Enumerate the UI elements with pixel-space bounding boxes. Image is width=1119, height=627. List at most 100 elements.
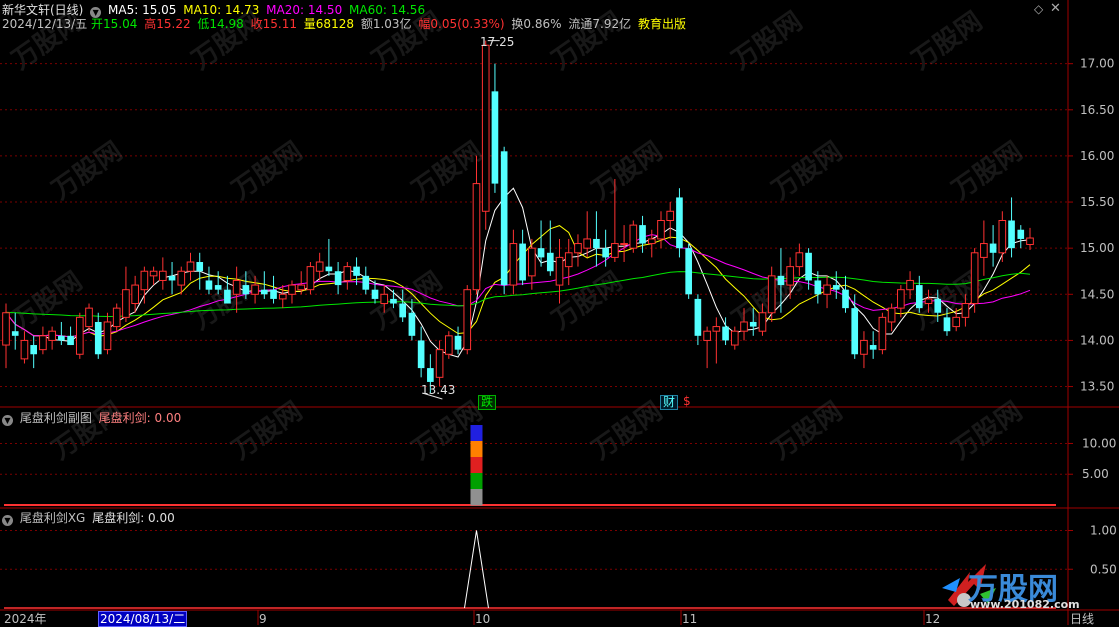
kline-chart-svg[interactable]: 万股网 万股网 万股网 万股网 万股网 万股网万股网 万股网 万股网 万股网 万股网 万股网万股网万… [0, 0, 1119, 625]
candle-body-up [980, 243, 988, 258]
price-tick-label: 16.00 [1080, 149, 1114, 163]
candle-body-down [805, 252, 812, 281]
candle-body-down [749, 321, 757, 327]
indicator1-title[interactable]: 尾盘利剑副图 [20, 411, 92, 425]
candle-body-up [860, 339, 868, 355]
limit-down-marker[interactable]: 跌 [478, 395, 497, 410]
candle-body-down [371, 289, 379, 299]
candle-body-up [297, 284, 306, 291]
candle-body-down [593, 238, 600, 249]
candle-body-down [353, 266, 360, 276]
candle-body-up [970, 252, 979, 305]
quote-amount: 额1.03亿 [360, 17, 412, 31]
candle-body-up [629, 224, 638, 249]
candle-body-down [1017, 229, 1025, 239]
max-price-label: 17.25 [480, 35, 515, 49]
candle-body-up [149, 270, 158, 277]
watermark-tile: 万股网 [227, 136, 308, 205]
candle-body-up [878, 316, 887, 351]
candle-body-down [519, 243, 526, 281]
candle-body-down [390, 298, 397, 304]
quote-high: 高15.22 [144, 17, 191, 31]
chevron-down-icon[interactable]: ▼ [2, 415, 13, 426]
candle-body-down [500, 151, 508, 286]
chevron-down-icon[interactable]: ▼ [2, 515, 13, 526]
ind1-bar-segment [470, 457, 483, 474]
close-icon[interactable]: ✕ [1050, 1, 1061, 16]
candle-body-up [952, 316, 961, 328]
indicator2-title[interactable]: 尾盘利剑XG [20, 511, 86, 525]
candle-body-up [131, 284, 139, 305]
candle-body-up [472, 183, 481, 291]
candle-body-up [315, 261, 324, 272]
watermark-tile: 万股网 [947, 136, 1028, 205]
candle-body-up [444, 335, 453, 355]
candle-body-down [67, 335, 74, 346]
candle-body-down [832, 285, 840, 290]
candle-body-down [224, 289, 231, 304]
candle-body-down [676, 197, 683, 249]
watermark-tile-text: 万股网 [727, 6, 808, 75]
quote-volume: 量68128 [303, 17, 354, 31]
candle-body-up [758, 312, 767, 332]
candle-body-down [602, 248, 609, 258]
watermark-tile-text: 万股网 [7, 266, 88, 335]
candle-body-up [509, 243, 518, 286]
candle-body-up [306, 266, 315, 291]
indicator1-value: 尾盘利剑: 0.00 [98, 411, 182, 425]
candle-body-down [58, 335, 65, 341]
candle-body-up [740, 321, 748, 332]
candle-body-down [537, 248, 545, 258]
candle-body-up [730, 330, 739, 346]
month-label-9: 9 [259, 612, 267, 626]
quote-turnover: 换0.86% [511, 17, 562, 31]
candle-body-down [427, 368, 434, 382]
ma20-label: MA20: 14.50 [266, 3, 343, 17]
finance-marker[interactable]: 财 [660, 395, 679, 410]
quote-sector[interactable]: 教育出版 [638, 17, 686, 31]
month-label-10: 10 [475, 612, 491, 626]
candle-body-down [915, 285, 923, 309]
year-label: 2024年 [4, 612, 47, 626]
quote-date: 2024/12/13/五 [2, 17, 88, 31]
candle-body-up [611, 243, 619, 258]
month-label-12: 12 [925, 612, 941, 626]
candle-body-up [897, 289, 905, 309]
candle-body-up [887, 307, 896, 323]
candle-body-up [620, 243, 628, 246]
watermark-tile-text: 万股网 [47, 136, 128, 205]
candle-body-up [278, 293, 287, 300]
candle-body-down [934, 298, 942, 313]
candle-body-up [75, 316, 84, 355]
candle-body-up [463, 289, 472, 351]
candle-body-up [961, 303, 970, 318]
candle-body-up [177, 270, 186, 286]
watermark-tile: 万股网 [47, 136, 128, 205]
quote-change: 幅0.05(0.33%) [418, 17, 505, 31]
candle-body-down [399, 303, 407, 318]
candle-body-up [140, 270, 149, 291]
candle-body-down [842, 289, 849, 309]
watermark-tile-text: 万股网 [227, 136, 308, 205]
dividend-marker[interactable]: $ [681, 395, 693, 408]
candle-body-down [1008, 220, 1015, 249]
main-header: 新华文轩(日线) ▼ MA5: 15.05 MA10: 14.73 MA20: … [2, 3, 428, 18]
ind1-tick-label: 10.00 [1082, 436, 1116, 450]
candle-body-down [814, 280, 822, 295]
watermark-url: www.201082.com [970, 598, 1080, 611]
diamond-icon[interactable]: ◇ [1034, 2, 1043, 16]
quote-float-cap: 流通7.92亿 [568, 17, 632, 31]
month-label-11: 11 [682, 612, 698, 626]
candle-body-up [528, 247, 536, 277]
candle-body-up [232, 279, 241, 295]
watermark-tile-text: 万股网 [587, 136, 668, 205]
ma60-label: MA60: 14.56 [349, 3, 426, 17]
candle-body-up [666, 210, 675, 221]
watermark-tile: 万股网 [727, 6, 808, 75]
ind1-bar-segment [470, 425, 483, 442]
candle-body-down [546, 252, 554, 272]
candle-body-down [325, 266, 333, 272]
candle-body-down [334, 271, 342, 286]
ma5-label: MA5: 15.05 [108, 3, 177, 17]
candle-body-down [11, 331, 19, 336]
